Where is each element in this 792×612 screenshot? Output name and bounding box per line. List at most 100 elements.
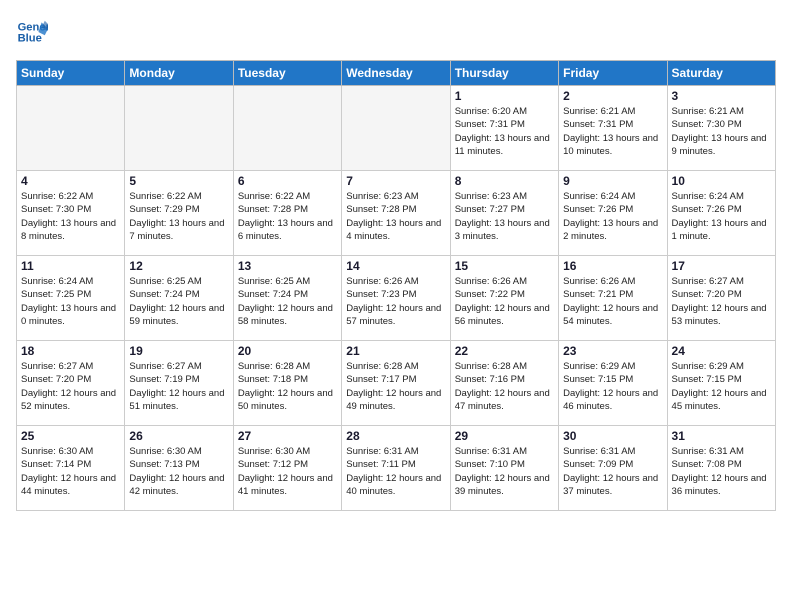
calendar-cell: 3 Sunrise: 6:21 AM Sunset: 7:30 PM Daylig… xyxy=(667,86,775,171)
day-info: Sunrise: 6:28 AM Sunset: 7:16 PM Dayligh… xyxy=(455,360,554,413)
weekday-header-thursday: Thursday xyxy=(450,61,558,86)
weekday-header-friday: Friday xyxy=(559,61,667,86)
day-info: Sunrise: 6:31 AM Sunset: 7:11 PM Dayligh… xyxy=(346,445,445,498)
calendar-week-row: 11 Sunrise: 6:24 AM Sunset: 7:25 PM Dayli… xyxy=(17,256,776,341)
weekday-header-wednesday: Wednesday xyxy=(342,61,450,86)
calendar-cell: 11 Sunrise: 6:24 AM Sunset: 7:25 PM Dayli… xyxy=(17,256,125,341)
calendar-cell: 18 Sunrise: 6:27 AM Sunset: 7:20 PM Dayli… xyxy=(17,341,125,426)
day-info: Sunrise: 6:23 AM Sunset: 7:27 PM Dayligh… xyxy=(455,190,554,243)
day-info: Sunrise: 6:24 AM Sunset: 7:26 PM Dayligh… xyxy=(672,190,771,243)
calendar-cell: 31 Sunrise: 6:31 AM Sunset: 7:08 PM Dayli… xyxy=(667,426,775,511)
day-number: 31 xyxy=(672,429,771,443)
day-number: 16 xyxy=(563,259,662,273)
day-info: Sunrise: 6:26 AM Sunset: 7:22 PM Dayligh… xyxy=(455,275,554,328)
day-number: 15 xyxy=(455,259,554,273)
calendar-cell xyxy=(125,86,233,171)
day-info: Sunrise: 6:23 AM Sunset: 7:28 PM Dayligh… xyxy=(346,190,445,243)
day-number: 1 xyxy=(455,89,554,103)
weekday-header-tuesday: Tuesday xyxy=(233,61,341,86)
calendar-cell xyxy=(17,86,125,171)
day-number: 13 xyxy=(238,259,337,273)
day-info: Sunrise: 6:21 AM Sunset: 7:30 PM Dayligh… xyxy=(672,105,771,158)
day-number: 6 xyxy=(238,174,337,188)
day-number: 29 xyxy=(455,429,554,443)
calendar-cell: 19 Sunrise: 6:27 AM Sunset: 7:19 PM Dayli… xyxy=(125,341,233,426)
page-header: General Blue xyxy=(16,16,776,48)
day-number: 28 xyxy=(346,429,445,443)
logo-icon: General Blue xyxy=(16,16,48,48)
day-number: 3 xyxy=(672,89,771,103)
day-number: 17 xyxy=(672,259,771,273)
day-number: 20 xyxy=(238,344,337,358)
calendar-cell: 22 Sunrise: 6:28 AM Sunset: 7:16 PM Dayli… xyxy=(450,341,558,426)
calendar-cell: 13 Sunrise: 6:25 AM Sunset: 7:24 PM Dayli… xyxy=(233,256,341,341)
calendar-week-row: 25 Sunrise: 6:30 AM Sunset: 7:14 PM Dayli… xyxy=(17,426,776,511)
calendar-cell: 29Sunrise: 6:31 AM Sunset: 7:10 PM Dayli… xyxy=(450,426,558,511)
day-number: 24 xyxy=(672,344,771,358)
day-info: Sunrise: 6:29 AM Sunset: 7:15 PM Dayligh… xyxy=(563,360,662,413)
day-number: 11 xyxy=(21,259,120,273)
day-number: 30 xyxy=(563,429,662,443)
day-info: Sunrise: 6:29 AM Sunset: 7:15 PM Dayligh… xyxy=(672,360,771,413)
day-info: Sunrise: 6:28 AM Sunset: 7:17 PM Dayligh… xyxy=(346,360,445,413)
day-number: 14 xyxy=(346,259,445,273)
calendar-cell: 28 Sunrise: 6:31 AM Sunset: 7:11 PM Dayli… xyxy=(342,426,450,511)
day-number: 19 xyxy=(129,344,228,358)
day-info: Sunrise: 6:31 AM Sunset: 7:08 PM Dayligh… xyxy=(672,445,771,498)
calendar-week-row: 1 Sunrise: 6:20 AM Sunset: 7:31 PM Daylig… xyxy=(17,86,776,171)
calendar-cell: 8 Sunrise: 6:23 AM Sunset: 7:27 PM Daylig… xyxy=(450,171,558,256)
calendar-week-row: 18 Sunrise: 6:27 AM Sunset: 7:20 PM Dayli… xyxy=(17,341,776,426)
calendar-cell: 6 Sunrise: 6:22 AM Sunset: 7:28 PM Daylig… xyxy=(233,171,341,256)
calendar-cell: 1 Sunrise: 6:20 AM Sunset: 7:31 PM Daylig… xyxy=(450,86,558,171)
day-info: Sunrise: 6:25 AM Sunset: 7:24 PM Dayligh… xyxy=(238,275,337,328)
day-number: 26 xyxy=(129,429,228,443)
day-info: Sunrise: 6:30 AM Sunset: 7:13 PM Dayligh… xyxy=(129,445,228,498)
day-info: Sunrise: 6:22 AM Sunset: 7:28 PM Dayligh… xyxy=(238,190,337,243)
calendar-cell xyxy=(342,86,450,171)
calendar-cell: 2 Sunrise: 6:21 AM Sunset: 7:31 PM Daylig… xyxy=(559,86,667,171)
day-number: 25 xyxy=(21,429,120,443)
calendar-cell: 26 Sunrise: 6:30 AM Sunset: 7:13 PM Dayli… xyxy=(125,426,233,511)
day-info: Sunrise: 6:20 AM Sunset: 7:31 PM Dayligh… xyxy=(455,105,554,158)
calendar-header-row: SundayMondayTuesdayWednesdayThursdayFrid… xyxy=(17,61,776,86)
calendar-cell xyxy=(233,86,341,171)
day-number: 12 xyxy=(129,259,228,273)
calendar-cell: 17Sunrise: 6:27 AM Sunset: 7:20 PM Dayli… xyxy=(667,256,775,341)
calendar-table: SundayMondayTuesdayWednesdayThursdayFrid… xyxy=(16,60,776,511)
day-info: Sunrise: 6:22 AM Sunset: 7:30 PM Dayligh… xyxy=(21,190,120,243)
weekday-header-monday: Monday xyxy=(125,61,233,86)
calendar-cell: 10Sunrise: 6:24 AM Sunset: 7:26 PM Dayli… xyxy=(667,171,775,256)
day-info: Sunrise: 6:27 AM Sunset: 7:20 PM Dayligh… xyxy=(21,360,120,413)
calendar-cell: 27Sunrise: 6:30 AM Sunset: 7:12 PM Dayli… xyxy=(233,426,341,511)
logo: General Blue xyxy=(16,16,52,48)
calendar-cell: 24 Sunrise: 6:29 AM Sunset: 7:15 PM Dayli… xyxy=(667,341,775,426)
calendar-cell: 12 Sunrise: 6:25 AM Sunset: 7:24 PM Dayli… xyxy=(125,256,233,341)
day-number: 9 xyxy=(563,174,662,188)
weekday-header-saturday: Saturday xyxy=(667,61,775,86)
day-number: 18 xyxy=(21,344,120,358)
day-info: Sunrise: 6:26 AM Sunset: 7:21 PM Dayligh… xyxy=(563,275,662,328)
day-info: Sunrise: 6:24 AM Sunset: 7:25 PM Dayligh… xyxy=(21,275,120,328)
day-info: Sunrise: 6:22 AM Sunset: 7:29 PM Dayligh… xyxy=(129,190,228,243)
calendar-cell: 16 Sunrise: 6:26 AM Sunset: 7:21 PM Dayli… xyxy=(559,256,667,341)
day-info: Sunrise: 6:30 AM Sunset: 7:12 PM Dayligh… xyxy=(238,445,337,498)
calendar-cell: 23Sunrise: 6:29 AM Sunset: 7:15 PM Dayli… xyxy=(559,341,667,426)
day-number: 8 xyxy=(455,174,554,188)
day-number: 22 xyxy=(455,344,554,358)
calendar-cell: 7 Sunrise: 6:23 AM Sunset: 7:28 PM Daylig… xyxy=(342,171,450,256)
day-number: 21 xyxy=(346,344,445,358)
day-info: Sunrise: 6:26 AM Sunset: 7:23 PM Dayligh… xyxy=(346,275,445,328)
calendar-cell: 5 Sunrise: 6:22 AM Sunset: 7:29 PM Daylig… xyxy=(125,171,233,256)
day-number: 2 xyxy=(563,89,662,103)
day-info: Sunrise: 6:28 AM Sunset: 7:18 PM Dayligh… xyxy=(238,360,337,413)
weekday-header-sunday: Sunday xyxy=(17,61,125,86)
day-number: 5 xyxy=(129,174,228,188)
day-number: 4 xyxy=(21,174,120,188)
day-info: Sunrise: 6:25 AM Sunset: 7:24 PM Dayligh… xyxy=(129,275,228,328)
day-info: Sunrise: 6:30 AM Sunset: 7:14 PM Dayligh… xyxy=(21,445,120,498)
day-info: Sunrise: 6:21 AM Sunset: 7:31 PM Dayligh… xyxy=(563,105,662,158)
day-number: 7 xyxy=(346,174,445,188)
calendar-cell: 30Sunrise: 6:31 AM Sunset: 7:09 PM Dayli… xyxy=(559,426,667,511)
day-info: Sunrise: 6:27 AM Sunset: 7:19 PM Dayligh… xyxy=(129,360,228,413)
calendar-cell: 9Sunrise: 6:24 AM Sunset: 7:26 PM Daylig… xyxy=(559,171,667,256)
